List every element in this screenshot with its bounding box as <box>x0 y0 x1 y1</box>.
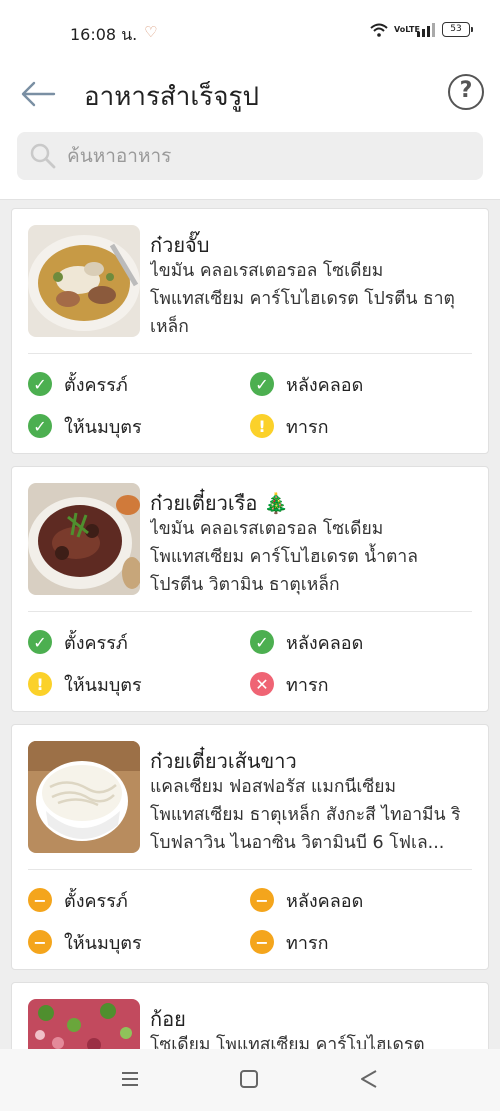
search-section <box>0 126 500 200</box>
status-infant: − ทารก <box>250 927 329 957</box>
status-label: ทารก <box>286 674 329 696</box>
check-circle-icon: ✓ <box>28 630 52 654</box>
status-label: ให้นมบุตร <box>64 674 142 696</box>
arrow-left-icon <box>21 81 56 107</box>
status-label: หลังคลอด <box>286 632 364 654</box>
status-label: ให้นมบุตร <box>64 416 142 438</box>
food-card[interactable]: ก๋วยเตี๋ยวเส้นขาว แคลเซียม ฟอสฟอรัส แมกน… <box>11 724 489 970</box>
status-breastfeeding: ! ให้นมบุตร <box>28 669 142 699</box>
status-time: 16:08 น. <box>70 25 138 44</box>
status-postpartum: ✓ หลังคลอด <box>250 627 363 657</box>
menu-icon[interactable] <box>120 1069 140 1089</box>
help-button[interactable]: ? <box>448 74 484 110</box>
search-icon <box>30 143 56 169</box>
minus-circle-icon: − <box>250 930 274 954</box>
status-bar: 16:08 น. ♡ VoLTE 53 <box>0 0 500 62</box>
status-label: ตั้งครรภ์ <box>64 374 128 396</box>
check-circle-icon: ✓ <box>28 414 52 438</box>
food-image <box>28 225 140 337</box>
status-pregnant: ✓ ตั้งครรภ์ <box>28 627 128 657</box>
divider <box>28 353 472 354</box>
status-infant: ! ทารก <box>250 411 329 441</box>
cross-circle-icon: ✕ <box>250 672 274 696</box>
exclamation-circle-icon: ! <box>28 672 52 696</box>
food-card[interactable]: ก๋วยจั๊บ ไขมัน คลอเรสเตอรอล โซเดียม โพแท… <box>11 208 489 454</box>
divider <box>28 611 472 612</box>
food-nutrients: แคลเซียม ฟอสฟอรัส แมกนีเซียม โพแทสเซียม … <box>150 777 461 853</box>
minus-circle-icon: − <box>250 888 274 912</box>
status-label: ให้นมบุตร <box>64 932 142 954</box>
app-bar: อาหารสำเร็จรูป ? <box>0 62 500 126</box>
status-icons: VoLTE 53 <box>370 22 473 37</box>
status-postpartum: − หลังคลอด <box>250 885 363 915</box>
divider <box>28 869 472 870</box>
minus-circle-icon: − <box>28 930 52 954</box>
triangle-back-icon[interactable] <box>358 1068 380 1090</box>
status-label: ตั้งครรภ์ <box>64 632 128 654</box>
check-circle-icon: ✓ <box>250 372 274 396</box>
status-postpartum: ✓ หลังคลอด <box>250 369 363 399</box>
food-nutrients: ไขมัน คลอเรสเตอรอล โซเดียม โพแทสเซียม คา… <box>150 261 455 337</box>
check-circle-icon: ✓ <box>28 372 52 396</box>
status-breastfeeding: − ให้นมบุตร <box>28 927 142 957</box>
heart-monitor-icon: ♡ <box>144 23 158 41</box>
volte-icon: VoLTE <box>394 24 420 34</box>
battery-level: 53 <box>450 24 462 34</box>
status-infant: ✕ ทารก <box>250 669 329 699</box>
food-nutrients: ไขมัน คลอเรสเตอรอล โซเดียม โพแทสเซียม คา… <box>150 519 418 595</box>
home-square-icon[interactable] <box>240 1070 258 1088</box>
food-image <box>28 483 140 595</box>
status-label: ทารก <box>286 932 329 954</box>
minus-circle-icon: − <box>28 888 52 912</box>
search-box[interactable] <box>17 132 483 180</box>
status-breastfeeding: ✓ ให้นมบุตร <box>28 411 142 441</box>
back-button[interactable] <box>18 74 58 114</box>
status-pregnant: ✓ ตั้งครรภ์ <box>28 369 128 399</box>
check-circle-icon: ✓ <box>250 630 274 654</box>
status-label: หลังคลอด <box>286 374 364 396</box>
question-circle-icon: ? <box>459 78 473 103</box>
status-label: ทารก <box>286 416 329 438</box>
status-pregnant: − ตั้งครรภ์ <box>28 885 128 915</box>
food-image <box>28 741 140 853</box>
status-label: ตั้งครรภ์ <box>64 890 128 912</box>
signal-icon <box>417 22 435 37</box>
battery-icon: 53 <box>442 22 473 37</box>
system-nav-bar <box>0 1049 500 1111</box>
exclamation-circle-icon: ! <box>250 414 274 438</box>
search-input[interactable] <box>67 132 467 180</box>
food-card[interactable]: ก๋วยเตี๋ยวเรือ 🎄 ไขมัน คลอเรสเตอรอล โซเด… <box>11 466 489 712</box>
wifi-icon <box>370 23 388 37</box>
page-title: อาหารสำเร็จรูป <box>84 82 259 112</box>
status-label: หลังคลอด <box>286 890 364 912</box>
